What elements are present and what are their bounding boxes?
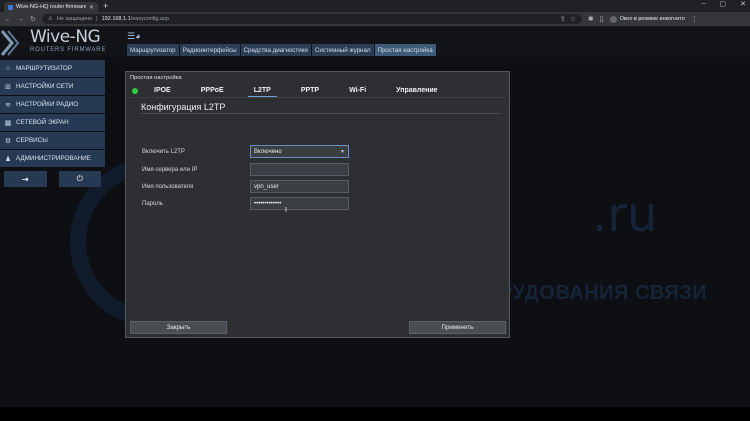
- nav-syslog[interactable]: Системный журнал: [311, 44, 374, 56]
- logout-icon: ⇥: [21, 174, 29, 184]
- url-host: 192.168.1.1: [101, 16, 131, 22]
- router-page: wmd .ru ДИСТРИБЬЮТОР ОБОРУДОВАНИЯ СВЯЗИ …: [0, 27, 750, 407]
- tab-wifi[interactable]: Wi-Fi: [349, 84, 366, 97]
- power-button[interactable]: ⏻: [58, 171, 101, 187]
- sidebar-item-network[interactable]: ⊞ Настройки сети: [0, 78, 105, 95]
- back-icon[interactable]: ←: [4, 16, 11, 23]
- tab-management[interactable]: Управление: [396, 84, 437, 97]
- close-window-button[interactable]: ✕: [740, 0, 746, 8]
- incognito-indicator[interactable]: Окно в режиме инкогнито: [609, 15, 685, 23]
- username-input[interactable]: vpn_user: [250, 180, 349, 193]
- sidebar-item-firewall[interactable]: ▦ Сетевой экран: [0, 114, 105, 131]
- new-tab-button[interactable]: +: [103, 1, 108, 11]
- top-navigation: Маршрутизатор Радиоинтерфейсы Средства д…: [127, 44, 436, 56]
- maximize-button[interactable]: ▢: [720, 0, 727, 8]
- bottom-bar: [0, 407, 750, 421]
- tab-ipoe[interactable]: IPOE: [154, 84, 171, 97]
- sidebar-item-services[interactable]: ⚙ Сервисы: [0, 132, 105, 149]
- field-label: Имя пользователя: [142, 183, 194, 190]
- close-button[interactable]: Закрыть: [130, 321, 227, 334]
- tab-close-icon[interactable]: ✕: [89, 4, 94, 11]
- logout-button[interactable]: ⇥: [4, 171, 47, 187]
- share-icon[interactable]: ⇪: [560, 15, 566, 23]
- extensions-icon[interactable]: ✱: [588, 15, 594, 23]
- password-input[interactable]: •••••••••••••: [250, 197, 349, 210]
- tab-pppoe[interactable]: PPPoE: [201, 84, 224, 97]
- menu-icon[interactable]: ⋮: [691, 15, 698, 23]
- forward-icon[interactable]: →: [17, 16, 24, 23]
- chevron-down-icon: ▼: [340, 148, 345, 155]
- brand-logo[interactable]: Wive-NG ROUTERS FIRMWARE: [0, 27, 126, 57]
- sidebar: ⌂ Маршрутизатор ⊞ Настройки сети ≋ Настр…: [0, 60, 105, 187]
- favicon-icon: [8, 4, 13, 10]
- nav-radio[interactable]: Радиоинтерфейсы: [179, 44, 240, 56]
- apply-button[interactable]: Применить: [409, 321, 506, 334]
- power-icon: ⏻: [76, 174, 83, 183]
- sidebar-item-admin[interactable]: ♟ Администрирование: [0, 150, 105, 167]
- page-header: Wive-NG ROUTERS FIRMWARE ☰◕ Маршрутизато…: [0, 27, 750, 57]
- home-icon: ⌂: [5, 65, 11, 72]
- browser-tab[interactable]: Wive-NG-HQ router firmware - V... ✕: [4, 2, 98, 12]
- sidebar-item-label: Маршрутизатор: [16, 65, 73, 72]
- brand-subtitle: ROUTERS FIRMWARE: [30, 47, 107, 53]
- sidebar-item-label: Сетевой экран: [16, 119, 69, 126]
- tab-title: Wive-NG-HQ router firmware - V...: [16, 4, 86, 10]
- wifi-icon: ≋: [5, 101, 11, 109]
- browser-tabbar: Wive-NG-HQ router firmware - V... ✕ + – …: [0, 0, 750, 12]
- section-title: Конфигурация L2TP: [141, 102, 226, 112]
- server-address-input[interactable]: [250, 163, 349, 176]
- address-toolbar: ← → ↻ ⚠ Не защищено | 192.168.1.1/easyco…: [0, 12, 750, 27]
- enable-l2tp-select[interactable]: Включено ▼: [250, 145, 349, 158]
- nav-easy-setup[interactable]: Простая настройка: [374, 44, 436, 56]
- connection-status-icon: [132, 87, 138, 94]
- watermark-suffix: .ru: [592, 187, 658, 243]
- window-controls: – ▢ ✕: [702, 0, 746, 8]
- network-icon: ⊞: [5, 83, 11, 91]
- incognito-label: Окно в режиме инкогнито: [619, 16, 685, 22]
- admin-icon: ♟: [4, 155, 12, 163]
- sidebar-item-label: Администрирование: [16, 155, 91, 162]
- tab-pptp[interactable]: PPTP: [301, 84, 319, 97]
- sidebar-item-label: Настройки сети: [16, 83, 74, 90]
- warning-icon[interactable]: ⚠: [48, 16, 53, 22]
- sidepanel-icon[interactable]: ▯: [600, 15, 604, 23]
- sidebar-item-router[interactable]: ⌂ Маршрутизатор: [0, 60, 105, 77]
- sidebar-actions: ⇥ ⏻: [0, 168, 105, 187]
- field-label: Пароль: [142, 200, 163, 207]
- firewall-icon: ▦: [4, 119, 12, 127]
- reload-icon[interactable]: ↻: [30, 15, 36, 23]
- url-path: /easyconfig.asp: [130, 16, 169, 22]
- bookmark-star-icon[interactable]: ☆: [570, 15, 576, 23]
- menu-toggle-icon[interactable]: ☰◕: [127, 31, 141, 42]
- field-label: Включить L2TP: [142, 148, 185, 155]
- sidebar-item-label: Сервисы: [16, 137, 48, 144]
- logo-mark-icon: [0, 30, 20, 56]
- services-icon: ⚙: [4, 137, 12, 145]
- sidebar-item-label: Настройки радио: [16, 101, 79, 108]
- field-label: Имя сервера или IP: [142, 166, 198, 173]
- incognito-icon: [609, 15, 617, 23]
- nav-router[interactable]: Маршрутизатор: [127, 44, 179, 56]
- nav-diagnostics[interactable]: Средства диагностики: [240, 44, 311, 56]
- dialog-title: Простая настройка: [130, 75, 182, 81]
- url-bar[interactable]: ⚠ Не защищено | 192.168.1.1/easyconfig.a…: [41, 14, 582, 24]
- text-cursor-icon: I: [285, 207, 287, 214]
- dialog-tabs: IPOE PPPoE L2TP PPTP Wi-Fi Управление: [130, 84, 506, 97]
- minimize-button[interactable]: –: [702, 0, 706, 8]
- easy-setup-dialog: Простая настройка IPOE PPPoE L2TP PPTP W…: [125, 71, 510, 338]
- brand-name: Wive-NG: [30, 27, 101, 47]
- tab-l2tp[interactable]: L2TP: [247, 84, 277, 97]
- insecure-label: Не защищено: [56, 16, 93, 22]
- sidebar-item-radio[interactable]: ≋ Настройки радио: [0, 96, 105, 113]
